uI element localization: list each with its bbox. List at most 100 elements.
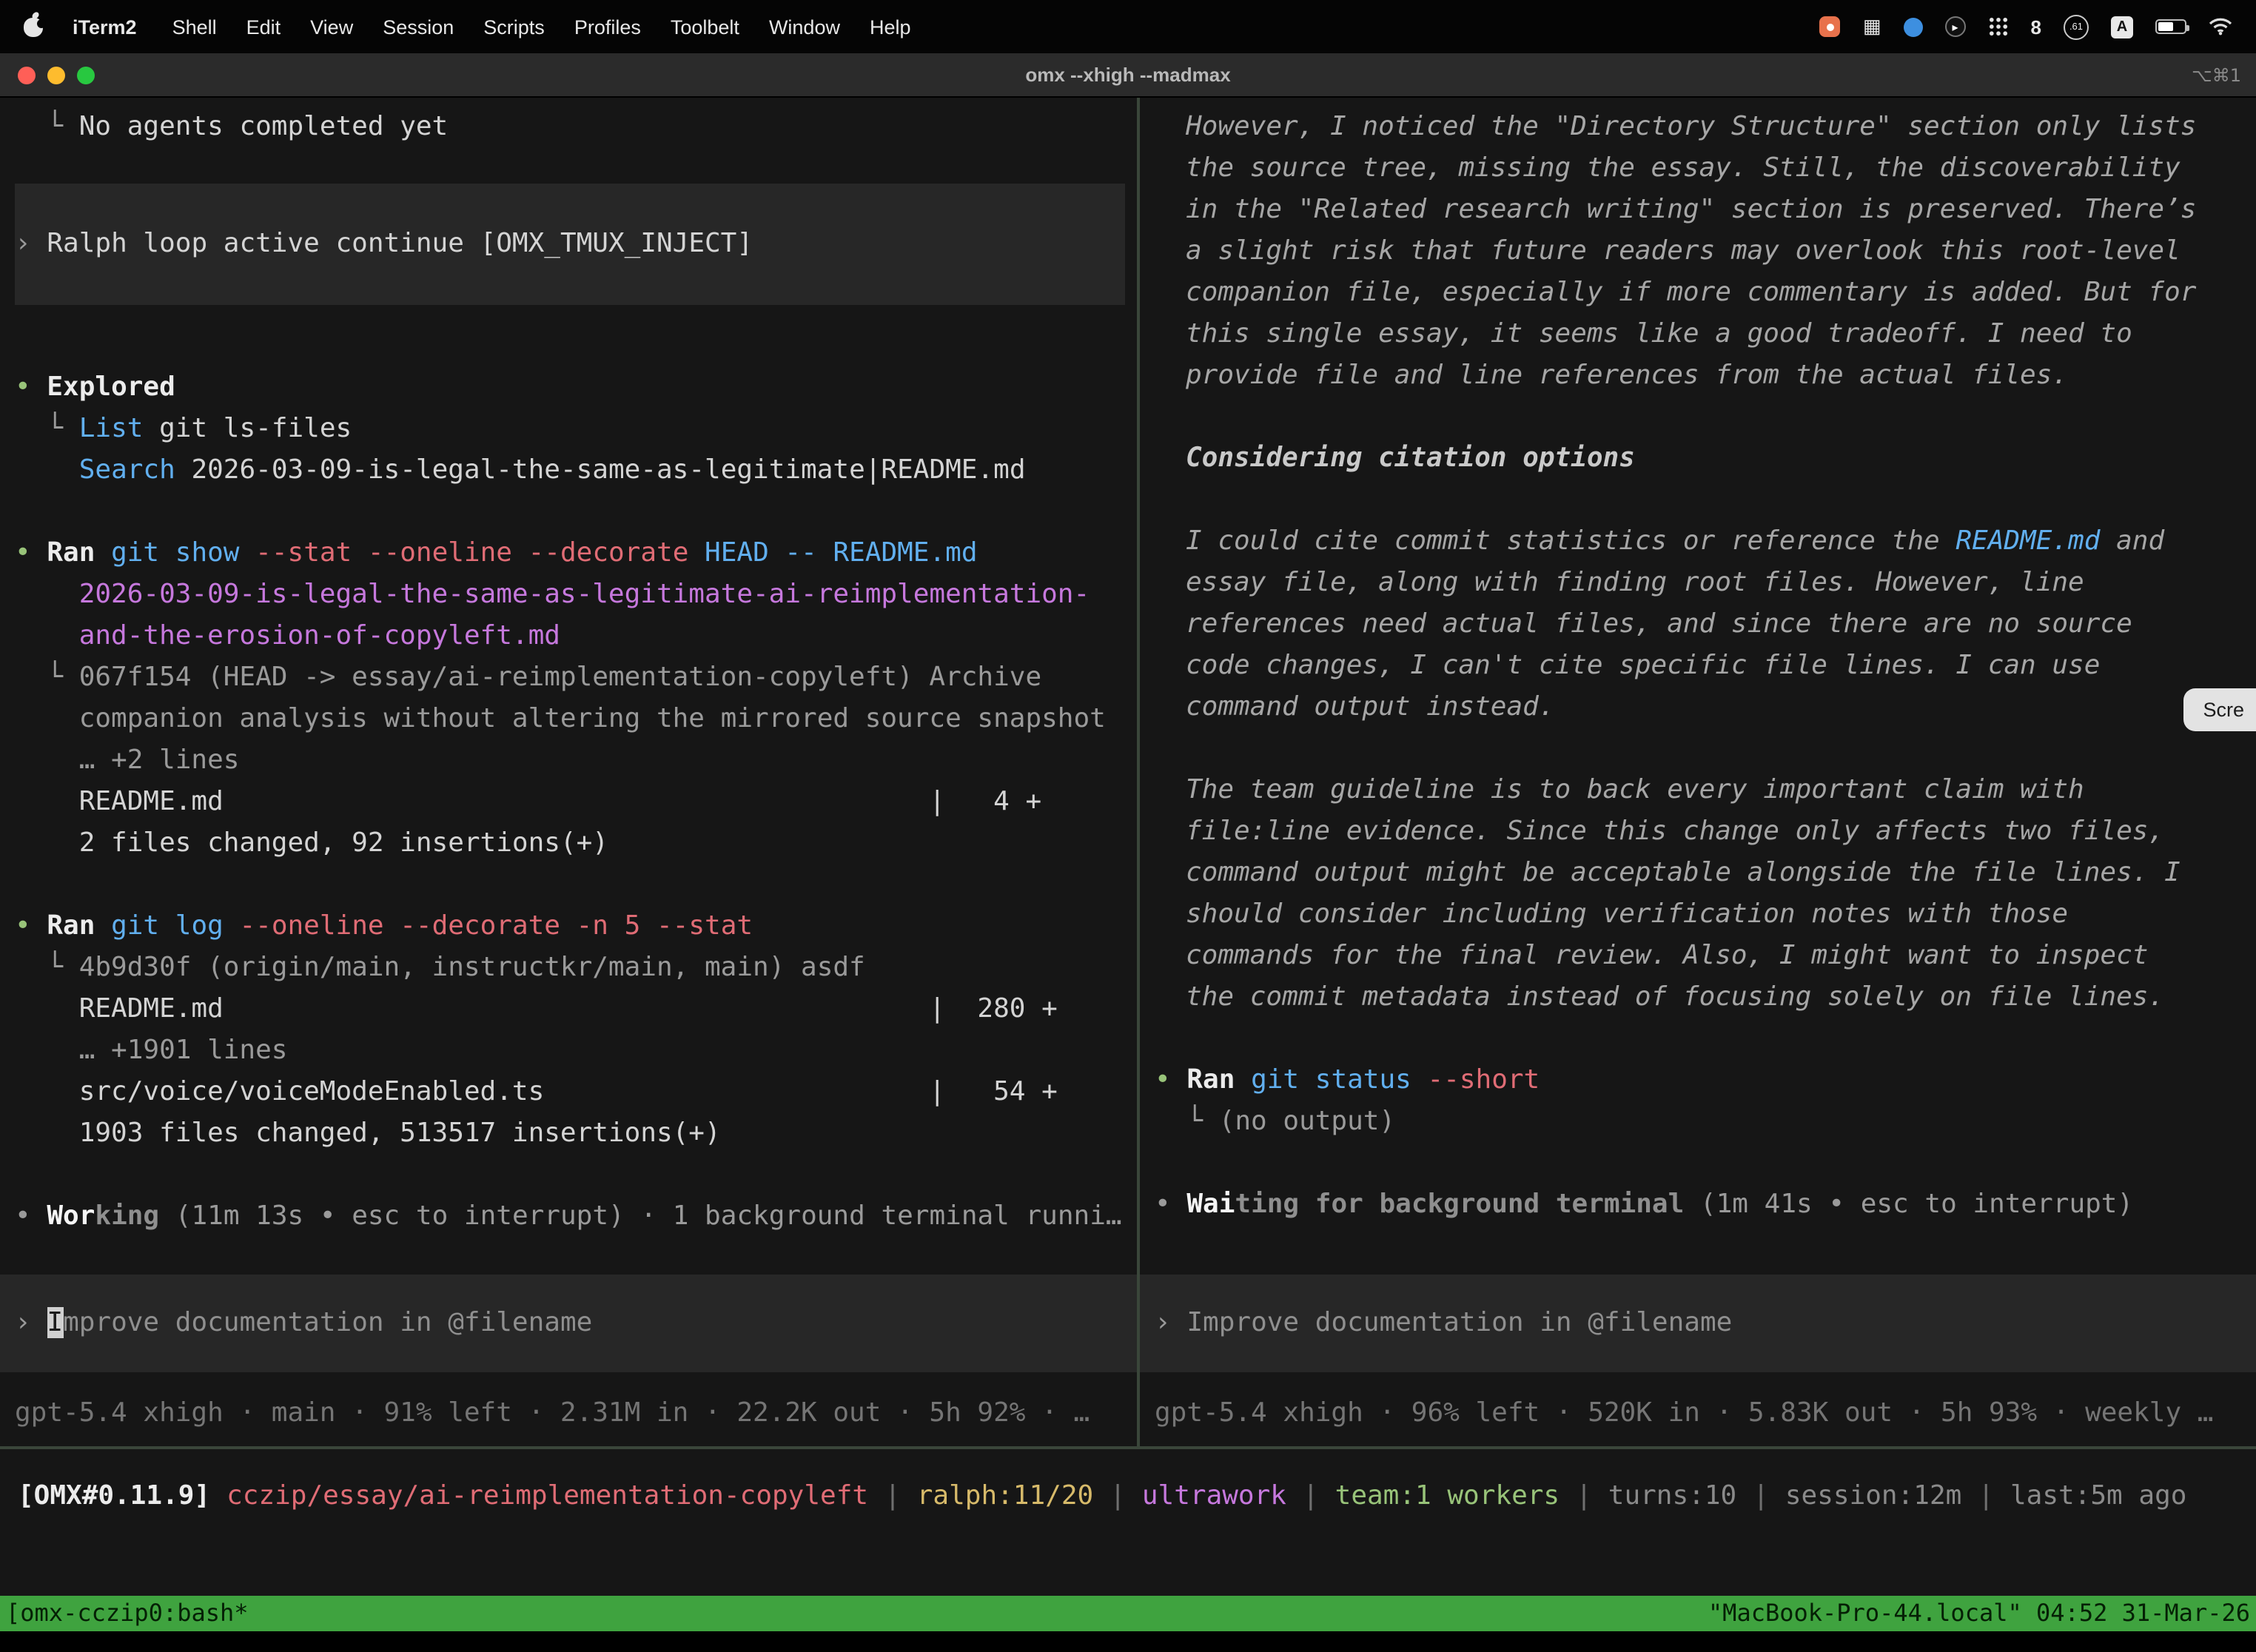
menu-item-help[interactable]: Help [855, 16, 926, 38]
prompt-input-left[interactable]: › Improve documentation in @filename [0, 1275, 1137, 1372]
text-segment: • [15, 1201, 47, 1232]
tmux-session-name: [omx-cczip0:bash* [6, 1596, 249, 1631]
text-segment: No agents completed yet [79, 111, 449, 142]
tmux-host-time: "MacBook-Pro-44.local" 04:52 31-Mar-26 [1708, 1596, 2250, 1631]
more-lines-note: … +1901 lines [15, 1030, 1125, 1072]
text-segment: Wor [47, 1201, 95, 1232]
text-segment: README.md | 280 + [15, 993, 1058, 1024]
working-status: • Working (11m 13s • esc to interrupt) ·… [15, 1196, 1125, 1238]
screen: iTerm2 ShellEditViewSessionScriptsProfil… [0, 0, 2256, 1652]
menu-bar-left: iTerm2 ShellEditViewSessionScriptsProfil… [24, 16, 926, 38]
screen-capture-button[interactable]: Scre [2183, 688, 2256, 731]
diffstat-line: src/voice/voiceModeEnabled.ts | 54 + [15, 1072, 1125, 1113]
input-text: Improve documentation in @filename [1186, 1307, 1732, 1338]
menu-item-toolbelt[interactable]: Toolbelt [656, 16, 754, 38]
text-segment: › [15, 228, 47, 259]
bottom-filler [0, 1631, 2256, 1652]
omx-ralph-counter: ralph:11/20 [917, 1480, 1093, 1511]
commit-line: companion analysis without altering the … [15, 699, 1125, 740]
diffstat-line: README.md | 280 + [15, 989, 1125, 1030]
text-segment: king [95, 1201, 159, 1232]
prompt-chevron: › [1155, 1307, 1186, 1338]
ran-git-status: • Ran git status --short [1155, 1060, 2244, 1101]
dots-grid-icon[interactable] [1988, 16, 2009, 37]
text-segment: • [1155, 1189, 1186, 1220]
apple-menu-icon[interactable] [24, 17, 43, 36]
prompt-input-right[interactable]: › Improve documentation in @filename [1140, 1275, 2256, 1372]
screen-recording-indicator-icon[interactable] [1820, 16, 1841, 37]
text-segment: (11m 13s • esc to interrupt) · 1 backgro… [159, 1201, 1121, 1232]
text-cursor: I [47, 1307, 63, 1338]
separator: | [1576, 1480, 1592, 1511]
text-segment: README.md | 4 + [15, 786, 1041, 817]
blank-line [15, 491, 1125, 533]
text-segment: 2026-03-09-is-legal-the-same-as-legitima… [175, 454, 1026, 486]
text-segment: src/voice/voiceModeEnabled.ts | 54 + [15, 1076, 1058, 1107]
menu-item-view[interactable]: View [295, 16, 368, 38]
input-text: mprove documentation in @filename [63, 1307, 592, 1338]
menu-item-scripts[interactable]: Scripts [469, 16, 560, 38]
blank-line [15, 864, 1125, 906]
text-segment: … +2 lines [15, 745, 239, 776]
more-lines-note: … +2 lines [15, 740, 1125, 782]
left-status-line: gpt-5.4 xhigh · main · 91% left · 2.31M … [15, 1393, 1125, 1434]
separator: | [1978, 1480, 1994, 1511]
explored-header: • Explored [15, 367, 1125, 409]
window-title: omx --xhigh --madmax [0, 64, 2256, 86]
battery-icon[interactable] [2155, 19, 2186, 34]
text-segment: └ 067f154 (HEAD -> essay/ai-reimplementa… [15, 662, 1041, 693]
tab-shortcut: ⌥⌘1 [2192, 64, 2241, 85]
blank-line [1155, 728, 2244, 770]
text-segment: 2 files changed, 92 insertions(+) [15, 827, 608, 859]
tmux-status-bar: [omx-cczip0:bash* "MacBook-Pro-44.local"… [0, 1596, 2256, 1631]
stat-badge-icon[interactable]: .61 [2064, 14, 2089, 39]
menu-item-profiles[interactable]: Profiles [560, 16, 656, 38]
text-segment: Considering citation options [1186, 443, 1635, 474]
tmux-pane-right[interactable]: However, I noticed the "Directory Struct… [1140, 98, 2256, 1446]
text-segment: --stat --oneline --decorate [240, 537, 689, 568]
text-segment [15, 454, 79, 486]
explored-list-line: └ List git ls-files [15, 409, 1125, 450]
menu-item-session[interactable]: Session [368, 16, 469, 38]
password-manager-icon[interactable]: 8 [2031, 16, 2041, 38]
text-segment: • [1155, 1064, 1186, 1095]
right-status-line: gpt-5.4 xhigh · 96% left · 520K in · 5.8… [1155, 1393, 2244, 1434]
explored-search-line: Search 2026-03-09-is-legal-the-same-as-l… [15, 450, 1125, 491]
separator: | [1303, 1480, 1319, 1511]
waiting-status: • Waiting for background terminal (1m 41… [1155, 1184, 2244, 1226]
blank-line [15, 1155, 1125, 1196]
menu-item-shell[interactable]: Shell [158, 16, 232, 38]
essay-filename-line: 2026-03-09-is-legal-the-same-as-legitima… [15, 574, 1125, 616]
wifi-svg [2209, 18, 2232, 36]
text-segment: However, I noticed the "Directory Struct… [1186, 111, 2196, 391]
dark-app-icon[interactable]: ▸ [1945, 16, 1966, 37]
wifi-icon[interactable] [2209, 18, 2232, 36]
menu-app-name[interactable]: iTerm2 [70, 16, 152, 38]
omx-branch: cczip/essay/ai-reimplementation-copyleft [226, 1480, 868, 1511]
text-segment: List [79, 413, 144, 444]
tmux-pane-left[interactable]: └ No agents completed yet › Ralph loop ac… [0, 98, 1140, 1446]
menu-item-edit[interactable]: Edit [232, 16, 296, 38]
omx-turns: turns:10 [1608, 1480, 1736, 1511]
diffstat-summary: 1903 files changed, 513517 insertions(+) [15, 1113, 1125, 1155]
blank-line [1155, 1018, 2244, 1060]
text-segment: Ralph loop active continue [OMX_TMUX_INJ… [47, 228, 753, 259]
omx-team: team:1 workers [1335, 1480, 1560, 1511]
text-segment: Ran [1186, 1064, 1235, 1095]
text-segment: I could cite commit statistics or refere… [1186, 526, 1955, 557]
window-title-bar[interactable]: omx --xhigh --madmax ⌥⌘1 [0, 53, 2256, 98]
input-source-icon[interactable]: A [2111, 16, 2133, 38]
text-segment: Explored [47, 372, 175, 403]
menu-items: ShellEditViewSessionScriptsProfilesToolb… [158, 16, 926, 38]
menu-item-window[interactable]: Window [754, 16, 855, 38]
separator: | [1753, 1480, 1769, 1511]
text-segment: 2026-03-09-is-legal-the-same-as-legitima… [15, 579, 1090, 610]
blank-line [1155, 397, 2244, 438]
text-segment: Ran [47, 910, 95, 941]
ran-git-log: • Ran git log --oneline --decorate -n 5 … [15, 906, 1125, 947]
blue-app-icon[interactable] [1904, 17, 1923, 36]
text-segment: └ [15, 413, 79, 444]
keyboard-icon[interactable]: ▦ [1863, 15, 1881, 38]
record-dot-icon [1827, 23, 1834, 30]
text-segment: (1m 41s • esc to interrupt) [1684, 1189, 2133, 1220]
